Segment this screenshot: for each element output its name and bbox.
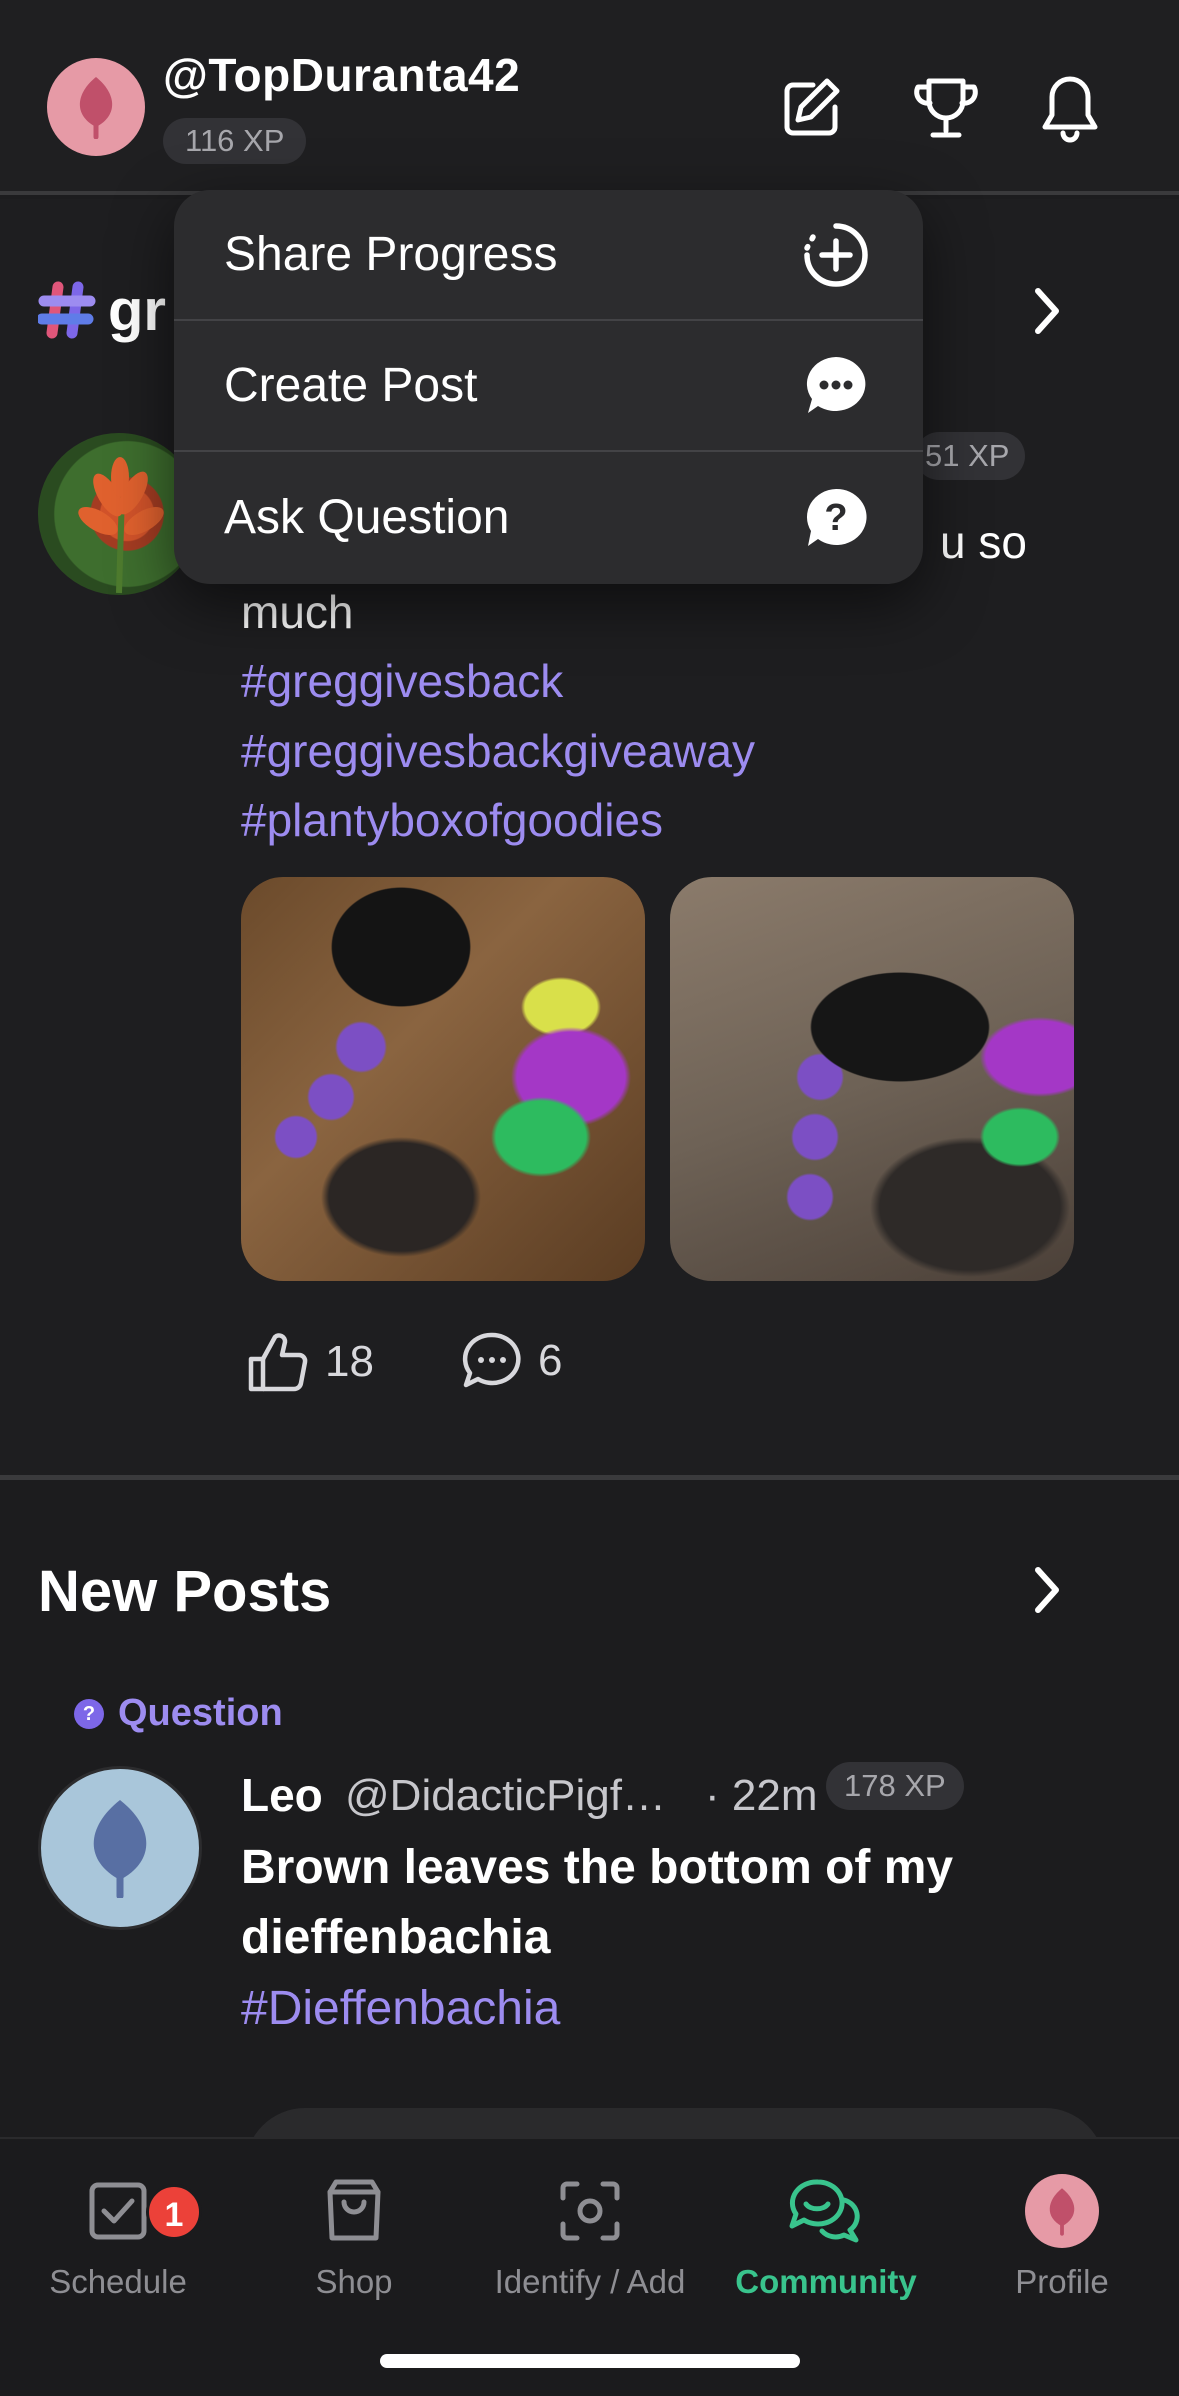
chevron-right-icon[interactable] <box>1022 281 1072 341</box>
tab-label: Profile <box>1015 2263 1109 2300</box>
tab-schedule[interactable]: Schedule 1 <box>0 2169 236 2301</box>
tab-identify-add[interactable]: Identify / Add <box>472 2169 708 2301</box>
leaf-icon <box>93 1800 147 1898</box>
menu-item-create-post[interactable]: Create Post <box>174 321 923 452</box>
xp-badge: 116 XP <box>163 118 307 164</box>
channel-hash-icon <box>38 281 96 339</box>
hashtag-link[interactable]: #plantyboxofgoodies <box>241 787 663 853</box>
hashtag-link[interactable]: #Dieffenbachia <box>241 1981 560 2036</box>
author-handle[interactable]: @DidacticPigf… <box>345 1771 666 1821</box>
username: @TopDuranta42 <box>163 49 521 101</box>
thumbs-up-icon <box>248 1333 308 1392</box>
hashtag-link[interactable]: #greggivesback <box>241 648 563 714</box>
home-indicator[interactable] <box>380 2354 800 2368</box>
bell-icon[interactable] <box>1032 70 1108 146</box>
menu-item-label: Ask Question <box>224 491 510 544</box>
chat-bubble-icon <box>801 351 871 421</box>
app-header: @TopDuranta42 116 XP <box>0 0 1179 195</box>
tab-profile[interactable]: Profile <box>944 2169 1179 2301</box>
leaf-icon <box>79 77 113 139</box>
question-tag: ? Question <box>74 1692 283 1735</box>
tab-label: Community <box>735 2263 917 2300</box>
tab-shop[interactable]: Shop <box>236 2169 472 2301</box>
scan-icon <box>560 2181 620 2241</box>
question-icon: ? <box>74 1698 104 1729</box>
author-name[interactable]: Leo <box>241 1768 323 1822</box>
menu-item-share-progress[interactable]: Share Progress <box>174 190 923 321</box>
comment-button[interactable]: 6 <box>460 1329 562 1393</box>
chat-icon <box>789 2179 860 2243</box>
section-title: New Posts <box>38 1559 332 1624</box>
compose-icon[interactable] <box>774 70 850 146</box>
trophy-icon[interactable] <box>908 70 984 146</box>
comment-count: 6 <box>538 1336 563 1385</box>
user-avatar[interactable] <box>47 58 145 156</box>
svg-text:?: ? <box>824 497 847 539</box>
post-text-line: much <box>241 586 354 638</box>
like-count: 18 <box>325 1337 374 1386</box>
channel-name[interactable]: gr <box>108 277 166 344</box>
chevron-right-icon[interactable] <box>1022 1560 1072 1620</box>
notification-badge: 1 <box>146 2184 202 2240</box>
author-xp-badge: 51 XP <box>915 432 1026 480</box>
author-avatar[interactable] <box>38 1766 202 1930</box>
post-title[interactable]: Brown leaves the bottom of my dieffenbac… <box>241 1833 1061 1973</box>
hashtag-link[interactable]: #greggivesbackgiveaway <box>241 718 755 784</box>
comment-icon <box>462 1332 521 1388</box>
bag-icon <box>327 2179 381 2241</box>
question-label: Question <box>118 1692 283 1734</box>
like-button[interactable]: 18 <box>245 1329 374 1395</box>
checkbox-icon <box>89 2182 147 2240</box>
post-photo[interactable] <box>241 877 645 1281</box>
tab-label: Shop <box>315 2263 393 2300</box>
create-menu: Share Progress Create Post Ask Question <box>174 190 923 584</box>
tab-label: Identify / Add <box>494 2263 686 2300</box>
section-divider <box>0 1475 1179 1480</box>
post-text-fragment: u so <box>940 516 1027 568</box>
tab-label: Schedule <box>49 2263 187 2300</box>
add-circle-icon <box>801 220 871 290</box>
menu-item-label: Create Post <box>224 359 478 412</box>
question-icon: ? <box>801 483 871 553</box>
author-xp-badge: 178 XP <box>826 1762 964 1810</box>
menu-item-label: Share Progress <box>224 228 558 281</box>
post-time: · 22m <box>705 1771 818 1820</box>
tab-community[interactable]: Community <box>708 2169 944 2301</box>
post-photo[interactable] <box>670 877 1074 1281</box>
menu-item-ask-question[interactable]: Ask Question ? <box>174 452 923 583</box>
avatar-icon <box>1025 2174 1099 2248</box>
